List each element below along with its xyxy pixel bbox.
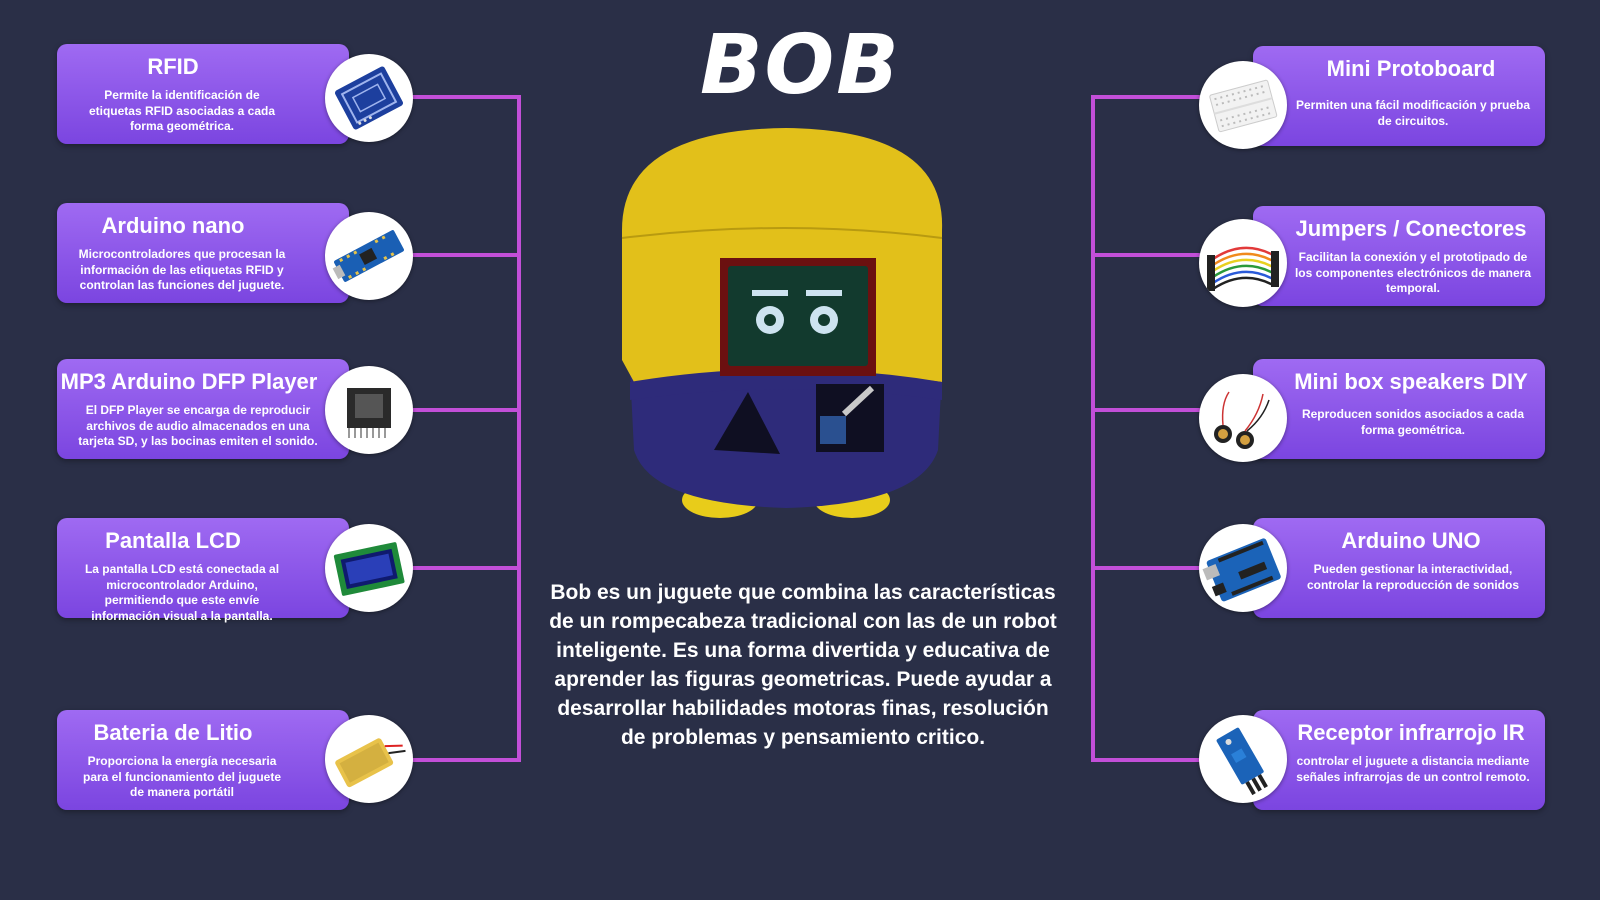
jumper-wires-icon (1199, 219, 1287, 307)
card-desc: Proporciona la energía necesaria para el… (82, 754, 282, 799)
card-desc: Pueden gestionar la interactividad, cont… (1306, 562, 1520, 592)
card-title: Bateria de Litio (93, 720, 253, 745)
card-desc: La pantalla LCD está conectada al microc… (84, 562, 280, 623)
rfid-module-icon (325, 54, 413, 142)
card-arduino-nano: Arduino nano Microcontroladores que proc… (57, 203, 349, 303)
card-title: Pantalla LCD (105, 528, 241, 553)
card-speakers: Mini box speakers DIY Reproducen sonidos… (1253, 359, 1545, 459)
card-title: Mini Protoboard (1326, 56, 1496, 81)
card-rfid: RFID Permite la identificación de etique… (57, 44, 349, 144)
card-title: Receptor infrarrojo IR (1297, 720, 1525, 745)
card-battery: Bateria de Litio Proporciona la energía … (57, 710, 349, 810)
card-arduino-uno: Arduino UNO Pueden gestionar la interact… (1253, 518, 1545, 618)
card-desc: Facilitan la conexión y el prototipado d… (1294, 250, 1532, 295)
speaker-icon (1199, 374, 1287, 462)
arduino-nano-icon (325, 212, 413, 300)
card-desc: Microcontroladores que procesan la infor… (78, 247, 286, 292)
ir-receiver-icon (1199, 715, 1287, 803)
card-title: Mini box speakers DIY (1294, 369, 1528, 394)
dfplayer-icon (325, 366, 413, 454)
card-desc: Reproducen sonidos asociados a cada form… (1301, 407, 1525, 437)
lcd-screen-icon (325, 524, 413, 612)
card-lcd: Pantalla LCD La pantalla LCD está conect… (57, 518, 349, 623)
card-title: MP3 Arduino DFP Player (60, 369, 318, 394)
card-desc: Permiten una fácil modificación y prueba… (1295, 98, 1531, 128)
card-ir-receiver: Receptor infrarrojo IR controlar el jugu… (1253, 710, 1545, 810)
card-desc: El DFP Player se encarga de reproducir a… (78, 403, 318, 448)
lithium-battery-icon (325, 715, 413, 803)
bob-robot-image (621, 128, 943, 518)
card-desc: controlar el juguete a distancia mediant… (1296, 754, 1530, 784)
protoboard-icon (1199, 61, 1287, 149)
card-title: Arduino nano (101, 213, 245, 238)
project-description: Bob es un juguete que combina las caract… (549, 581, 1057, 749)
card-dfplayer: MP3 Arduino DFP Player El DFP Player se … (57, 359, 349, 459)
card-protoboard: Mini Protoboard Permiten una fácil modif… (1253, 46, 1545, 146)
card-desc: Permite la identificación de etiquetas R… (88, 88, 276, 133)
arduino-uno-icon (1199, 524, 1287, 612)
card-title: Jumpers / Conectores (1295, 216, 1527, 241)
card-title: RFID (147, 54, 199, 79)
card-jumpers: Jumpers / Conectores Facilitan la conexi… (1253, 206, 1545, 306)
card-title: Arduino UNO (1341, 528, 1481, 553)
